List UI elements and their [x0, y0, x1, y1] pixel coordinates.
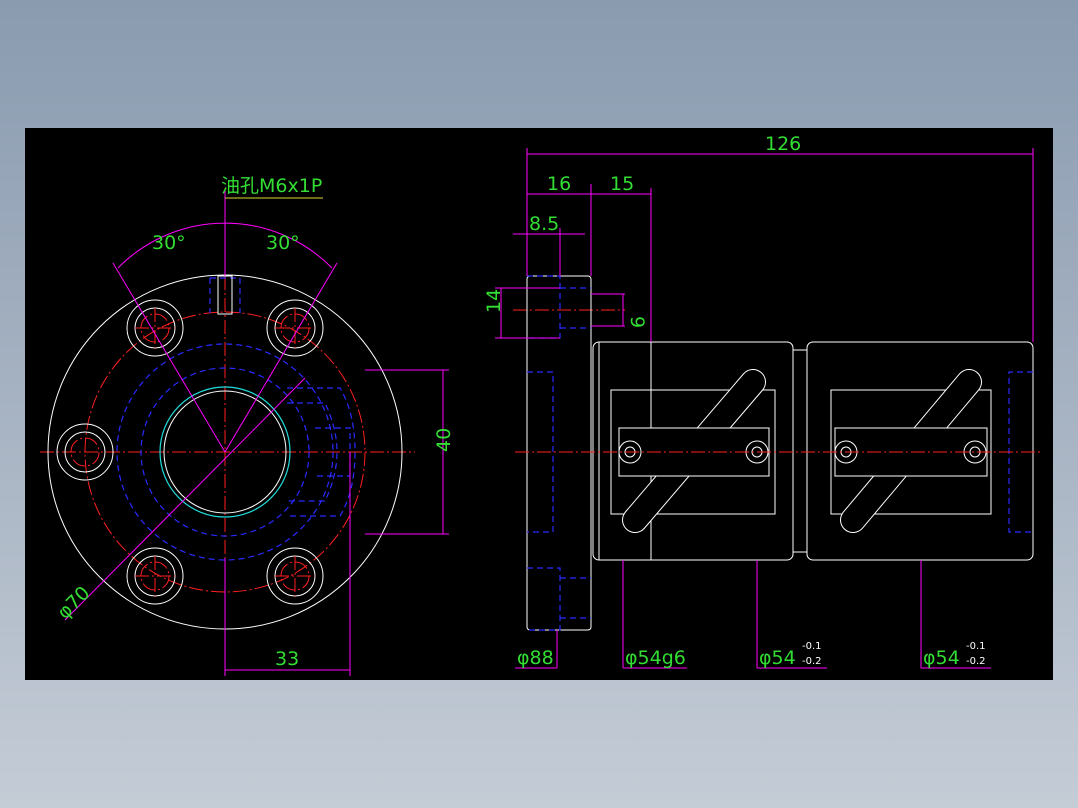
- side-view: [495, 148, 1040, 669]
- dim-body-dia-1-label: φ54: [759, 647, 796, 669]
- flange-hidden-hole-bottom: [527, 567, 591, 631]
- tol-upper-2: -0.1: [966, 641, 986, 652]
- flange-hidden-hole-top: [527, 275, 591, 339]
- dim-flange-dia-label: φ88: [517, 647, 554, 669]
- tol-lower-1: -0.2: [802, 656, 822, 667]
- dim-diameter-label: φ70: [53, 582, 95, 624]
- dim-half-label: 8.5: [529, 213, 559, 235]
- tol-upper-1: -0.1: [802, 641, 822, 652]
- dim-body-dia-2-label: φ54: [923, 647, 960, 669]
- dimension-lines: [64, 190, 449, 676]
- bolt-hole-1: [126, 299, 184, 357]
- dim-height-label: 40: [433, 428, 455, 452]
- bolt-hole-2: [266, 299, 324, 357]
- bolt-hole-4: [126, 547, 184, 605]
- angle-right-label: 30°: [266, 232, 300, 254]
- dim-hole-label: 9: [626, 316, 648, 328]
- bolt-hole-5: [266, 547, 324, 605]
- dim-fit-dia-label: φ54g6: [625, 647, 686, 669]
- dim-step-label: 15: [610, 173, 634, 195]
- oil-hole-label: 油孔M6x1P: [221, 175, 322, 197]
- dim-flange-label: 16: [547, 173, 571, 195]
- front-view: [40, 188, 449, 676]
- cad-drawing-canvas: 油孔M6x1P 30° 30° 40 33 φ70 126 16 15 8.5 …: [25, 128, 1053, 680]
- dim-width-label: 33: [275, 648, 299, 670]
- dim-overall-label: 126: [765, 133, 801, 155]
- tol-lower-2: -0.2: [966, 656, 986, 667]
- body-joint: [792, 349, 808, 553]
- angle-left-label: 30°: [152, 232, 186, 254]
- cad-drawing: 油孔M6x1P 30° 30° 40 33 φ70 126 16 15 8.5 …: [40, 133, 1040, 676]
- dim-counterbore-label: 14: [483, 289, 505, 313]
- flange-plate: [526, 275, 592, 631]
